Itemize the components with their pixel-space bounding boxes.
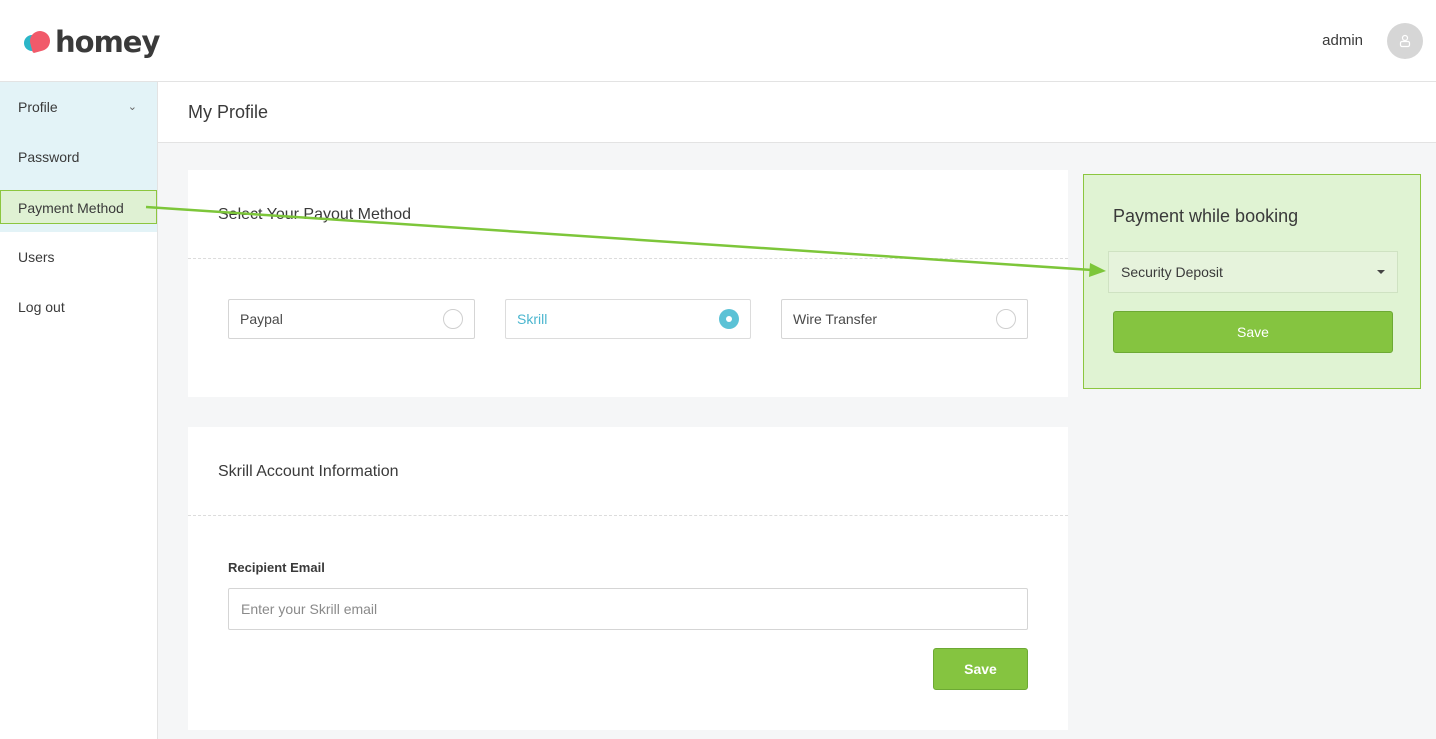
skrill-info-card: Skrill Account Information Recipient Ema…: [188, 427, 1068, 730]
select-value: Security Deposit: [1121, 264, 1223, 280]
payout-method-title: Select Your Payout Method: [218, 206, 412, 223]
sidebar-item-logout[interactable]: Log out: [0, 290, 157, 324]
radio-skrill[interactable]: [719, 309, 739, 329]
skrill-info-title: Skrill Account Information: [218, 463, 399, 480]
homey-logo[interactable]: homey: [22, 24, 160, 60]
payout-option-wire-transfer[interactable]: Wire Transfer: [781, 299, 1028, 339]
recipient-email-input[interactable]: [228, 588, 1028, 630]
homey-logo-icon: [22, 28, 53, 55]
sidebar-item-label: Profile: [18, 99, 58, 115]
sidebar-item-users[interactable]: Users: [0, 240, 157, 274]
payout-option-label: Wire Transfer: [793, 311, 878, 327]
page-title-bar: My Profile: [158, 82, 1436, 143]
logo-text: homey: [55, 25, 160, 59]
sidebar-item-label: Users: [18, 249, 55, 265]
radio-paypal[interactable]: [443, 309, 463, 329]
page-title: My Profile: [188, 102, 269, 122]
booking-panel-title: Payment while booking: [1113, 206, 1299, 226]
payout-option-skrill[interactable]: Skrill: [505, 299, 751, 339]
chevron-down-icon: ⌄: [127, 101, 137, 113]
user-name[interactable]: admin: [1322, 32, 1363, 49]
payout-option-label: Paypal: [240, 311, 283, 327]
divider: [188, 515, 1068, 516]
skrill-save-button[interactable]: Save: [933, 648, 1028, 690]
payout-method-card: Select Your Payout Method Paypal Skrill …: [188, 170, 1068, 397]
sidebar-item-password[interactable]: Password: [0, 140, 157, 174]
payout-option-paypal[interactable]: Paypal: [228, 299, 475, 339]
sidebar-item-payment-method[interactable]: Payment Method: [0, 190, 157, 224]
sidebar: Profile ⌄ Password Payment Method Users …: [0, 82, 158, 739]
user-icon: [1399, 34, 1411, 48]
payout-option-label: Skrill: [517, 311, 548, 327]
booking-payment-select[interactable]: Security Deposit: [1108, 251, 1398, 293]
caret-down-icon: [1377, 270, 1385, 274]
recipient-email-label: Recipient Email: [228, 560, 325, 575]
radio-wire-transfer[interactable]: [996, 309, 1016, 329]
sidebar-item-profile[interactable]: Profile ⌄: [0, 90, 157, 124]
payment-while-booking-panel: Payment while booking Security Deposit S…: [1083, 174, 1421, 389]
booking-save-button[interactable]: Save: [1113, 311, 1393, 353]
divider: [188, 258, 1068, 259]
sidebar-item-label: Log out: [18, 299, 65, 315]
sidebar-item-label: Payment Method: [18, 200, 124, 216]
sidebar-item-label: Password: [18, 149, 80, 165]
top-header: homey admin: [0, 0, 1436, 82]
avatar[interactable]: [1387, 23, 1423, 59]
